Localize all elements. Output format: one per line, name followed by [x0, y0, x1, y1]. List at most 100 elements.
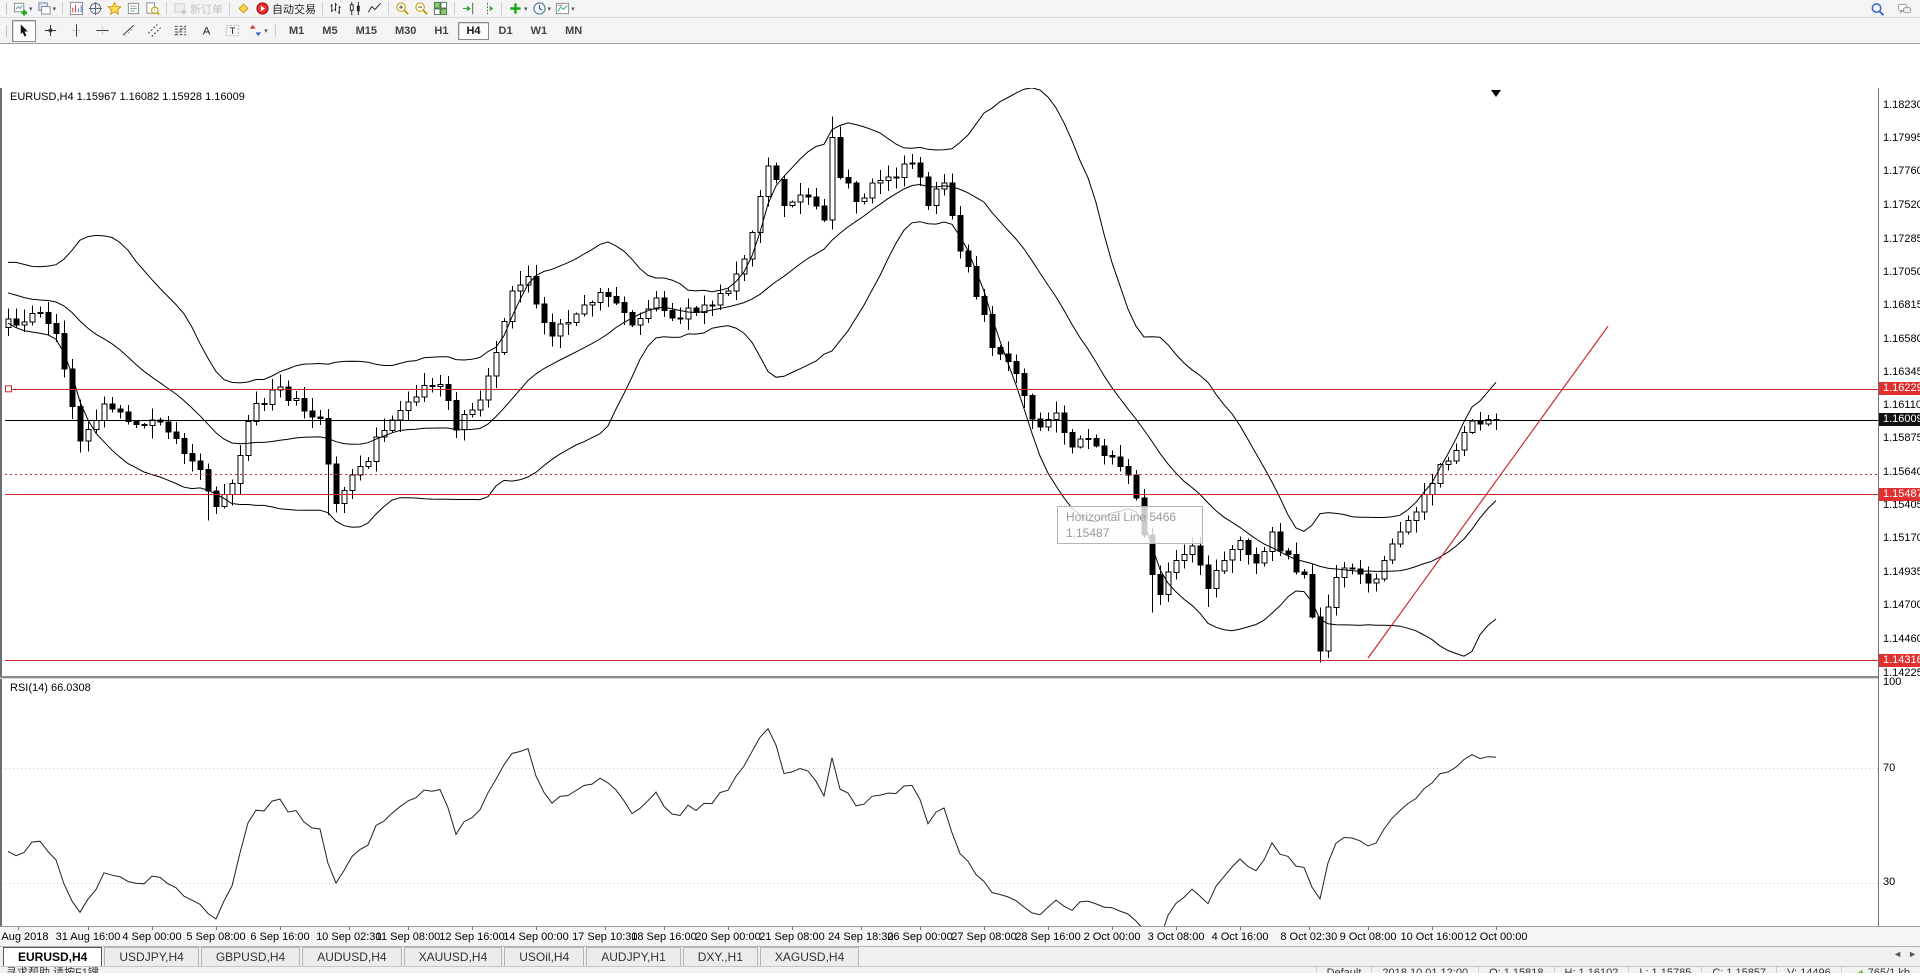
price-axis-label: 1.16110: [1883, 399, 1920, 412]
navigator-icon[interactable]: [105, 1, 124, 17]
toolbar-right-icons: [1868, 1, 1914, 17]
tool-arrows[interactable]: ▾: [246, 20, 270, 42]
candlestick-chart-icon[interactable]: [346, 1, 365, 17]
standard-toolbar: ▾▾新订单自动交易▾▾▾: [0, 0, 1920, 18]
price-axis-label: 1.16580: [1883, 333, 1920, 346]
dropdown-caret-icon: ▾: [29, 5, 33, 13]
time-axis-tick: [861, 927, 862, 930]
price-axis-label: 1.17760: [1883, 165, 1920, 178]
time-axis-tick: [1432, 927, 1433, 930]
timeframe-H1[interactable]: H1: [426, 22, 456, 40]
tab-scroll-arrows: ◄ ►: [1893, 949, 1917, 959]
chart-tab-AUDUSDH4[interactable]: AUDUSD,H4: [302, 947, 401, 966]
hline-tooltip: Horizontal Line 5466 1.15487: [1057, 506, 1203, 544]
toolbar-separator: [388, 2, 389, 15]
chart-tab-XAUUSDH4[interactable]: XAUUSD,H4: [404, 947, 503, 966]
templates-icon[interactable]: ▾: [553, 1, 577, 17]
tool-crosshair[interactable]: [38, 20, 62, 42]
tool-horizontal-line[interactable]: [90, 20, 114, 42]
tool-trendline[interactable]: [116, 20, 140, 42]
time-axis-tick: [1368, 927, 1369, 930]
strategy-tester-icon[interactable]: [143, 1, 162, 17]
tile-windows-icon[interactable]: [431, 1, 450, 17]
chart-tab-DXYH1[interactable]: DXY.,H1: [683, 947, 758, 966]
chat-icon[interactable]: [1895, 1, 1914, 17]
tool-cursor[interactable]: [12, 20, 36, 42]
time-axis-tick: [152, 927, 153, 930]
new-order-button[interactable]: 新订单: [171, 1, 225, 17]
autotrading-label: 自动交易: [272, 1, 316, 17]
time-axis-tick: [664, 927, 665, 930]
zoom-in-icon[interactable]: [393, 1, 412, 17]
terminal-icon[interactable]: [124, 1, 143, 17]
data-window-icon[interactable]: [86, 1, 105, 17]
timeframe-M5[interactable]: M5: [314, 22, 345, 40]
time-axis[interactable]: 30 Aug 201831 Aug 16:004 Sep 00:005 Sep …: [0, 926, 1920, 947]
chart-tab-USDJPYH4[interactable]: USDJPY,H4: [104, 947, 198, 966]
price-axis-label: 1.14935: [1883, 566, 1920, 579]
status-traffic: 765/1 kb: [1841, 967, 1920, 973]
toolbar-separator: [229, 2, 230, 15]
price-scale[interactable]: 1.182301.179951.177601.175201.172851.170…: [1879, 88, 1920, 970]
time-axis-tick: [1048, 927, 1049, 930]
time-axis-label: 12 Oct 00:00: [1449, 931, 1543, 943]
tool-fibonacci[interactable]: [168, 20, 192, 42]
shift-marker-icon[interactable]: [1491, 90, 1501, 97]
chart-tab-EURUSDH4[interactable]: EURUSD,H4: [3, 947, 102, 966]
timeframe-MN[interactable]: MN: [557, 22, 590, 40]
search-icon[interactable]: [1868, 1, 1887, 17]
toolbar-grip[interactable]: [2, 3, 7, 15]
rsi-indicator-label: RSI(14) 66.0308: [10, 682, 91, 694]
time-axis-tick: [1496, 927, 1497, 930]
chart-window: 1.182301.179951.177601.175201.172851.170…: [0, 43, 1920, 947]
main-chart[interactable]: [5, 88, 1878, 676]
timeframe-M1[interactable]: M1: [281, 22, 312, 40]
price-axis-label: 1.15405: [1883, 499, 1920, 512]
bollinger-lower-band: [8, 222, 1496, 657]
timeframe-M30[interactable]: M30: [387, 22, 424, 40]
tool-vertical-line[interactable]: [64, 20, 88, 42]
chart-shift-icon[interactable]: [478, 1, 497, 17]
toolbar-separator: [275, 24, 276, 37]
trend-line[interactable]: [1368, 326, 1608, 658]
tool-equidistant-channel[interactable]: [142, 20, 166, 42]
new-chart-icon[interactable]: ▾: [11, 1, 35, 17]
timeframe-M15[interactable]: M15: [348, 22, 385, 40]
status-bar-time: 2018.10.01 12:00: [1371, 967, 1478, 973]
autotrading-button[interactable]: 自动交易: [253, 1, 318, 17]
status-template: Default: [1316, 967, 1372, 973]
price-axis-label: 1.17285: [1883, 233, 1920, 246]
price-axis-label: 1.14460: [1883, 633, 1920, 646]
chart-tab-AUDJPYH1[interactable]: AUDJPY,H1: [586, 947, 680, 966]
signal-bars-icon: [1852, 967, 1865, 973]
zoom-out-icon[interactable]: [412, 1, 431, 17]
toolbar-separator: [62, 2, 63, 15]
profiles-icon[interactable]: ▾: [35, 1, 59, 17]
time-axis-tick: [728, 927, 729, 930]
chart-tab-USOilH4[interactable]: USOil,H4: [504, 947, 584, 966]
tab-scroll-right-icon[interactable]: ►: [1908, 949, 1917, 959]
hline-tooltip-name: Horizontal Line 5466: [1066, 509, 1194, 525]
auto-scroll-icon[interactable]: [459, 1, 478, 17]
metaeditor-icon[interactable]: [234, 1, 253, 17]
line-chart-icon[interactable]: [365, 1, 384, 17]
timeframe-W1[interactable]: W1: [523, 22, 556, 40]
tool-text-label[interactable]: T: [220, 20, 244, 42]
tab-scroll-left-icon[interactable]: ◄: [1893, 949, 1902, 959]
timeframe-H4[interactable]: H4: [458, 22, 488, 40]
chart-tab-GBPUSDH4[interactable]: GBPUSD,H4: [201, 947, 300, 966]
price-axis-label: 1.17050: [1883, 266, 1920, 279]
periods-icon[interactable]: ▾: [530, 1, 554, 17]
svg-text:A: A: [202, 25, 210, 37]
timeframe-D1[interactable]: D1: [491, 22, 521, 40]
price-marker-1.15487: 1.15487: [1879, 488, 1920, 501]
market-watch-icon[interactable]: [67, 1, 86, 17]
time-axis-tick: [792, 927, 793, 930]
indicators-icon[interactable]: ▾: [506, 1, 530, 17]
hline-anchor-point[interactable]: [6, 386, 12, 392]
tool-text[interactable]: A: [194, 20, 218, 42]
chart-tab-XAGUSDH4[interactable]: XAGUSD,H4: [760, 947, 859, 966]
bar-chart-icon[interactable]: [327, 1, 346, 17]
price-axis-label: 1.15640: [1883, 466, 1920, 479]
toolbar-grip[interactable]: [2, 25, 7, 37]
